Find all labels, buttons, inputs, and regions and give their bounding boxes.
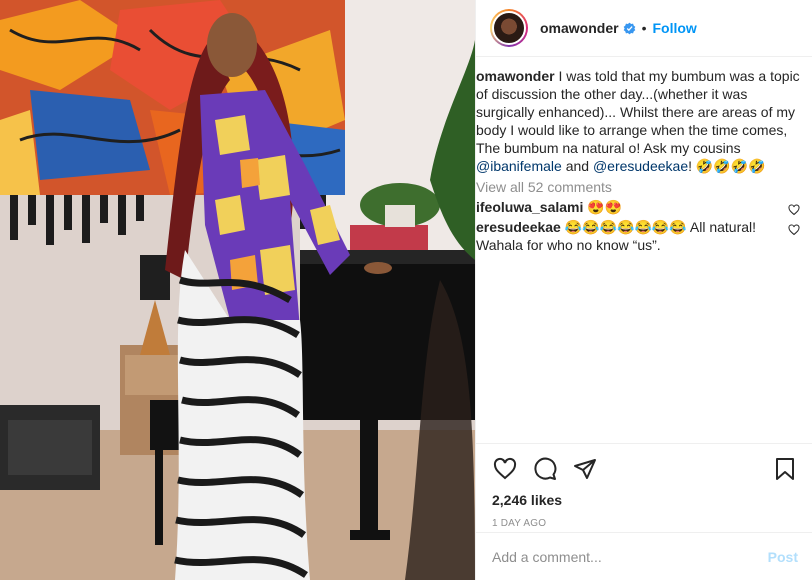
post-photo[interactable] — [0, 0, 475, 580]
add-comment-bar: Post — [476, 532, 812, 580]
comment-text: 😍😍 — [583, 199, 623, 215]
comment-item: eresudeekae 😂😂😂😂😂😂😂 All natural! Wahala … — [476, 218, 804, 254]
view-all-comments-link[interactable]: View all 52 comments — [476, 178, 804, 196]
likes-count[interactable]: 2,246 likes — [492, 492, 798, 508]
paper-plane-icon[interactable] — [572, 456, 598, 482]
comment-item: ifeoluwa_salami 😍😍 — [476, 198, 804, 216]
post-sidebar: omawonder • Follow omawonder I was told … — [475, 0, 812, 580]
comment-like-heart-icon[interactable] — [788, 222, 800, 236]
verified-badge-icon — [623, 22, 636, 35]
header-separator: • — [641, 20, 647, 36]
avatar[interactable] — [490, 9, 528, 47]
caption-username[interactable]: omawonder — [476, 68, 555, 84]
post-header: omawonder • Follow — [476, 0, 812, 57]
caption-text-3: ! 🤣🤣🤣🤣 — [688, 158, 766, 174]
caption-text-2: and — [561, 158, 593, 174]
heart-icon[interactable] — [492, 456, 518, 482]
mention-ibanifemale[interactable]: @ibanifemale — [476, 158, 562, 174]
comment-bubble-icon[interactable] — [532, 456, 558, 482]
comment-username[interactable]: eresudeekae — [476, 219, 561, 235]
bookmark-icon[interactable] — [772, 456, 798, 482]
comment-like-heart-icon[interactable] — [788, 202, 800, 216]
mention-eresudeekae[interactable]: @eresudeekae — [593, 158, 688, 174]
caption: omawonder I was told that my bumbum was … — [476, 67, 804, 175]
post-timestamp: 1 DAY AGO — [492, 518, 547, 529]
comment-input[interactable] — [492, 548, 768, 565]
instagram-post: omawonder • Follow omawonder I was told … — [0, 0, 812, 580]
post-comment-button[interactable]: Post — [768, 549, 798, 565]
action-bar — [492, 444, 798, 494]
post-footer: 2,246 likes 1 DAY AGO Post — [476, 443, 812, 580]
header-username[interactable]: omawonder — [540, 20, 619, 36]
follow-button[interactable]: Follow — [652, 20, 696, 36]
post-photo-illustration — [0, 0, 475, 580]
comment-username[interactable]: ifeoluwa_salami — [476, 199, 583, 215]
comments-section: omawonder I was told that my bumbum was … — [476, 57, 812, 443]
